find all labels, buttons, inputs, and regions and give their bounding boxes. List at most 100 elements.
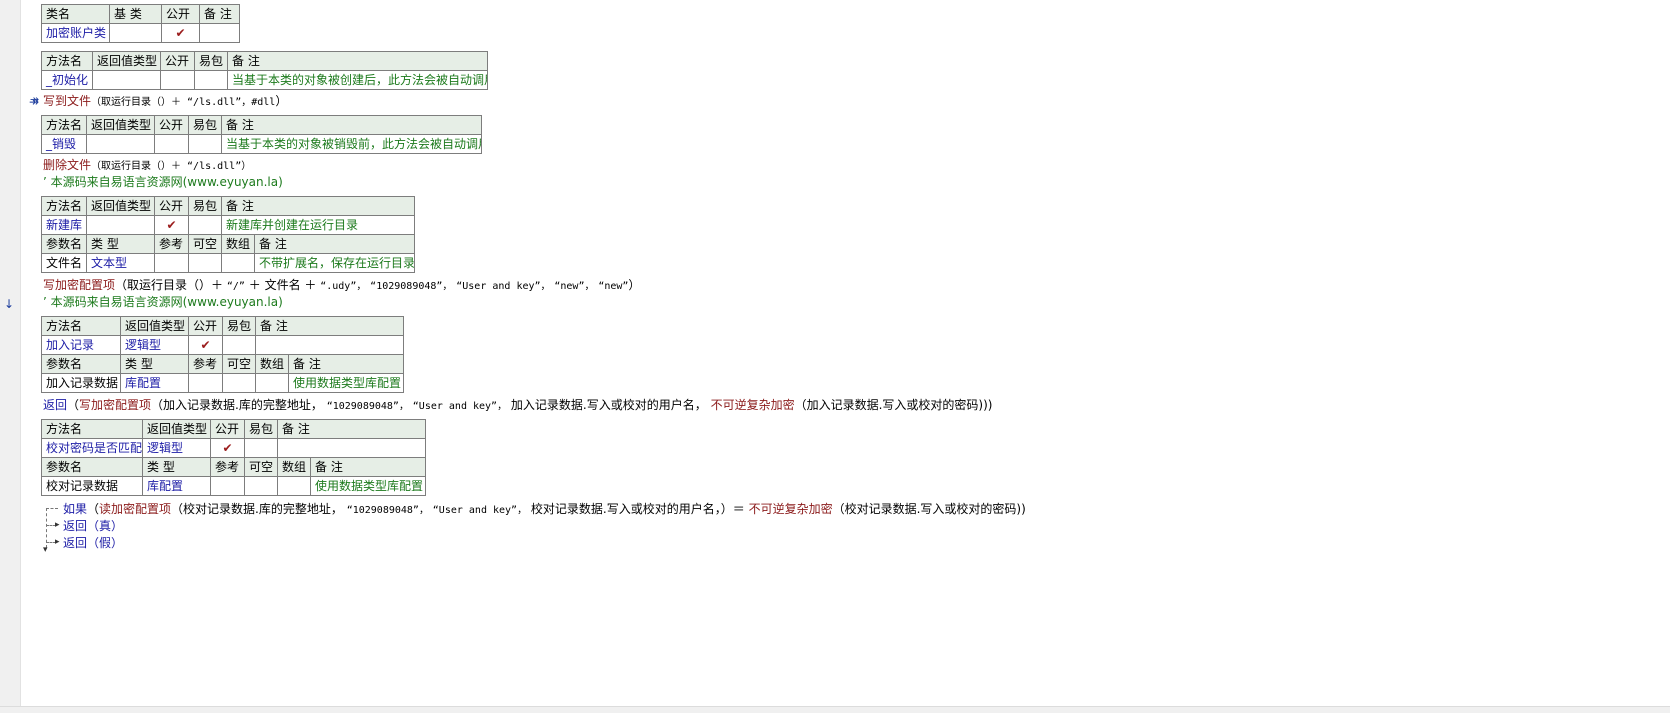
method-name-cell[interactable]: 新建库 [41, 215, 87, 235]
param-type-cell[interactable]: 库配置 [142, 476, 211, 496]
code-line-return-true[interactable]: 返回（真） [63, 518, 123, 534]
header-easy-pkg: 易包 [244, 419, 278, 439]
header-param-type: 类 型 [120, 354, 189, 374]
code-line-return-write[interactable]: 返回（写加密配置项（加入记录数据.库的完整地址， “1029089048”， “… [43, 397, 992, 415]
public-check-icon[interactable]: ✔ [188, 335, 223, 355]
method-note-cell[interactable]: 当基于本类的对象被创建后，此方法会被自动调用 [227, 70, 488, 90]
header-note: 备 注 [253, 234, 416, 254]
comment-line[interactable]: ’ 本源码来自易语言资源网(www.eyuyan.la) [43, 294, 283, 310]
string-section: “User and key”， [432, 505, 528, 516]
method-note-cell[interactable]: 新建库并创建在运行目录 [220, 215, 416, 235]
func-irreversible-encrypt: 不可逆复杂加密 [710, 398, 795, 412]
code-line-write-file[interactable]: 写到文件（取运行目录（）＋ “/ls.dll”，#dll） [43, 93, 287, 111]
resource-const: #dll [251, 97, 276, 108]
header-param-name: 参数名 [41, 457, 143, 477]
base-class-cell[interactable] [109, 23, 162, 43]
header-public: 公开 [188, 316, 223, 336]
public-check-icon[interactable]: ✔ [161, 23, 200, 43]
code-line-delete-file[interactable]: 删除文件（取运行目录（）＋ “/ls.dll”） [43, 157, 251, 175]
class-note-cell[interactable] [199, 23, 240, 43]
header-easy-pkg: 易包 [188, 196, 222, 216]
flow-end-arrow-icon: ▾ [43, 545, 48, 555]
easy-pkg-cell[interactable] [244, 438, 278, 458]
code-line-if[interactable]: 如果（读加密配置项（校对记录数据.库的完整地址， “1029089048”， “… [63, 501, 1026, 519]
header-nullable: 可空 [244, 457, 278, 477]
param-note-cell[interactable]: 使用数据类型库配置 [309, 476, 427, 496]
header-public: 公开 [154, 196, 189, 216]
param-array-cell[interactable] [221, 253, 255, 273]
param-array-cell[interactable] [277, 476, 311, 496]
easy-pkg-cell[interactable] [194, 70, 228, 90]
method-name-cell[interactable]: 校对密码是否匹配 [41, 438, 143, 458]
method-name-cell[interactable]: _初始化 [41, 70, 93, 90]
args-open: （取运行目录（）＋ [115, 278, 224, 292]
public-check-icon[interactable]: ✔ [154, 215, 189, 235]
header-param-type: 类 型 [86, 234, 155, 254]
return-type-cell[interactable] [92, 70, 161, 90]
public-cell[interactable] [160, 70, 195, 90]
param-ref-cell[interactable] [210, 476, 245, 496]
header-method-name: 方法名 [41, 419, 143, 439]
code-line-write-config[interactable]: 写加密配置项（取运行目录（）＋ “/” ＋ 文件名 ＋ “.udy”， “102… [43, 277, 640, 295]
easy-pkg-cell[interactable] [188, 134, 222, 154]
method-note-cell[interactable]: 当基于本类的对象被销毁前，此方法会被自动调用 [221, 134, 482, 154]
return-type-cell[interactable]: 逻辑型 [142, 438, 211, 458]
param-nullable-cell[interactable] [222, 373, 256, 393]
header-method-name: 方法名 [41, 51, 93, 71]
keyword-return: 返回 [43, 398, 68, 412]
param-nullable-cell[interactable] [188, 253, 222, 273]
easy-pkg-cell[interactable] [222, 335, 256, 355]
method-name-cell[interactable]: _销毁 [41, 134, 87, 154]
header-method-name: 方法名 [41, 196, 87, 216]
string-section: “User and key”， [456, 281, 551, 292]
class-name-cell[interactable]: 加密账户类 [41, 23, 110, 43]
comment-line[interactable]: ’ 本源码来自易语言资源网(www.eyuyan.la) [43, 174, 283, 190]
header-note: 备 注 [254, 316, 405, 336]
code-line-return-false[interactable]: 返回（假） [63, 535, 123, 551]
step-arrow-icon[interactable]: ↓ [4, 296, 14, 312]
param-name-cell[interactable]: 校对记录数据 [41, 476, 143, 496]
header-note: 备 注 [221, 115, 482, 135]
param-ref-cell[interactable] [154, 253, 189, 273]
header-note: 备 注 [199, 4, 240, 24]
args-part-3: （校对记录数据.写入或校对的密码)) [832, 502, 1026, 516]
method-name-cell[interactable]: 加入记录 [41, 335, 121, 355]
string-section: “User and key”， [412, 401, 508, 412]
comment-text: ’ 本源码来自易语言资源网(www.eyuyan.la) [43, 295, 283, 309]
header-public: 公开 [210, 419, 245, 439]
easy-pkg-cell[interactable] [188, 215, 222, 235]
header-class-name: 类名 [41, 4, 110, 24]
header-base-class: 基 类 [109, 4, 162, 24]
return-type-cell[interactable] [86, 215, 155, 235]
header-note: 备 注 [309, 457, 427, 477]
param-type-cell[interactable]: 文本型 [86, 253, 155, 273]
header-nullable: 可空 [222, 354, 256, 374]
param-ref-cell[interactable] [188, 373, 223, 393]
string-new-1: “new”， [554, 281, 595, 292]
func-delete-file: 删除文件 [43, 158, 92, 172]
param-array-cell[interactable] [255, 373, 289, 393]
flow-branch-line [46, 508, 58, 509]
close-paren: ） [628, 278, 641, 292]
param-name-cell[interactable]: 文件名 [41, 253, 87, 273]
class-table: 类名 基 类 公开 备 注 加密账户类 ✔ [41, 4, 240, 43]
public-cell[interactable] [154, 134, 189, 154]
func-write-config: 写加密配置项 [43, 278, 116, 292]
method-note-cell[interactable] [276, 438, 427, 458]
param-nullable-cell[interactable] [244, 476, 278, 496]
header-return-type: 返回值类型 [86, 196, 155, 216]
current-line-icon[interactable]: ↠ [29, 94, 39, 110]
method-note-cell[interactable] [254, 335, 405, 355]
public-check-icon[interactable]: ✔ [210, 438, 245, 458]
param-note-cell[interactable]: 不带扩展名，保存在运行目录 [253, 253, 416, 273]
header-return-type: 返回值类型 [92, 51, 161, 71]
header-return-type: 返回值类型 [142, 419, 211, 439]
return-type-cell[interactable]: 逻辑型 [120, 335, 189, 355]
param-type-cell[interactable]: 库配置 [120, 373, 189, 393]
param-note-cell[interactable]: 使用数据类型库配置 [287, 373, 405, 393]
param-name-cell[interactable]: 加入记录数据 [41, 373, 121, 393]
header-return-type: 返回值类型 [120, 316, 189, 336]
return-false-text: 返回（假） [63, 536, 124, 550]
return-type-cell[interactable] [86, 134, 155, 154]
return-true-text: 返回（真） [63, 519, 124, 533]
